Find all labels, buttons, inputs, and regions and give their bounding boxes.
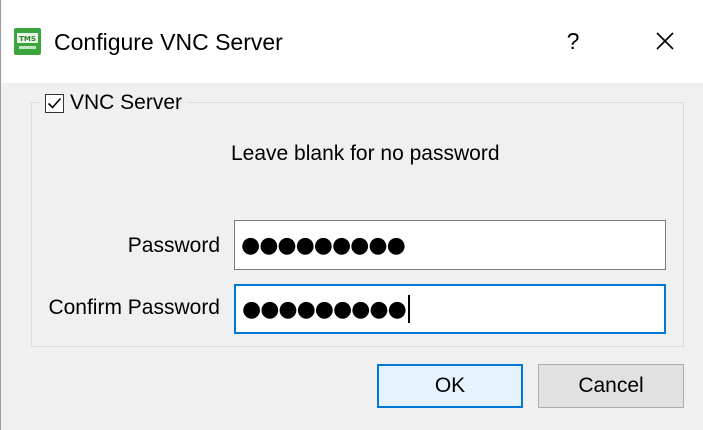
password-value: ●●●●●●●●● bbox=[241, 232, 406, 258]
checkmark-icon bbox=[47, 97, 62, 109]
confirm-password-label: Confirm Password bbox=[48, 296, 220, 319]
vnc-server-toggle[interactable]: VNC Server bbox=[41, 88, 189, 118]
password-hint: Leave blank for no password bbox=[231, 142, 500, 165]
vnc-app-icon: TMS bbox=[14, 28, 41, 55]
close-button[interactable] bbox=[642, 20, 688, 62]
vnc-server-label: VNC Server bbox=[70, 91, 183, 114]
help-button[interactable]: ? bbox=[550, 20, 596, 62]
vnc-server-checkbox[interactable] bbox=[45, 93, 64, 113]
password-field[interactable]: ●●●●●●●●● bbox=[234, 220, 666, 270]
text-caret bbox=[407, 295, 410, 323]
confirm-password-value: ●●●●●●●●● bbox=[242, 296, 407, 322]
ok-button[interactable]: OK bbox=[377, 364, 523, 408]
cancel-button[interactable]: Cancel bbox=[538, 364, 684, 408]
title-bar[interactable]: TMS Configure VNC Server ? bbox=[2, 0, 703, 83]
svg-text:TMS: TMS bbox=[19, 35, 36, 43]
close-icon bbox=[656, 32, 674, 50]
configure-vnc-dialog: TMS Configure VNC Server ? VNC Server Le… bbox=[0, 0, 703, 430]
password-label: Password bbox=[127, 234, 220, 257]
confirm-password-field[interactable]: ●●●●●●●●● bbox=[234, 284, 666, 334]
window-title: Configure VNC Server bbox=[54, 29, 283, 55]
